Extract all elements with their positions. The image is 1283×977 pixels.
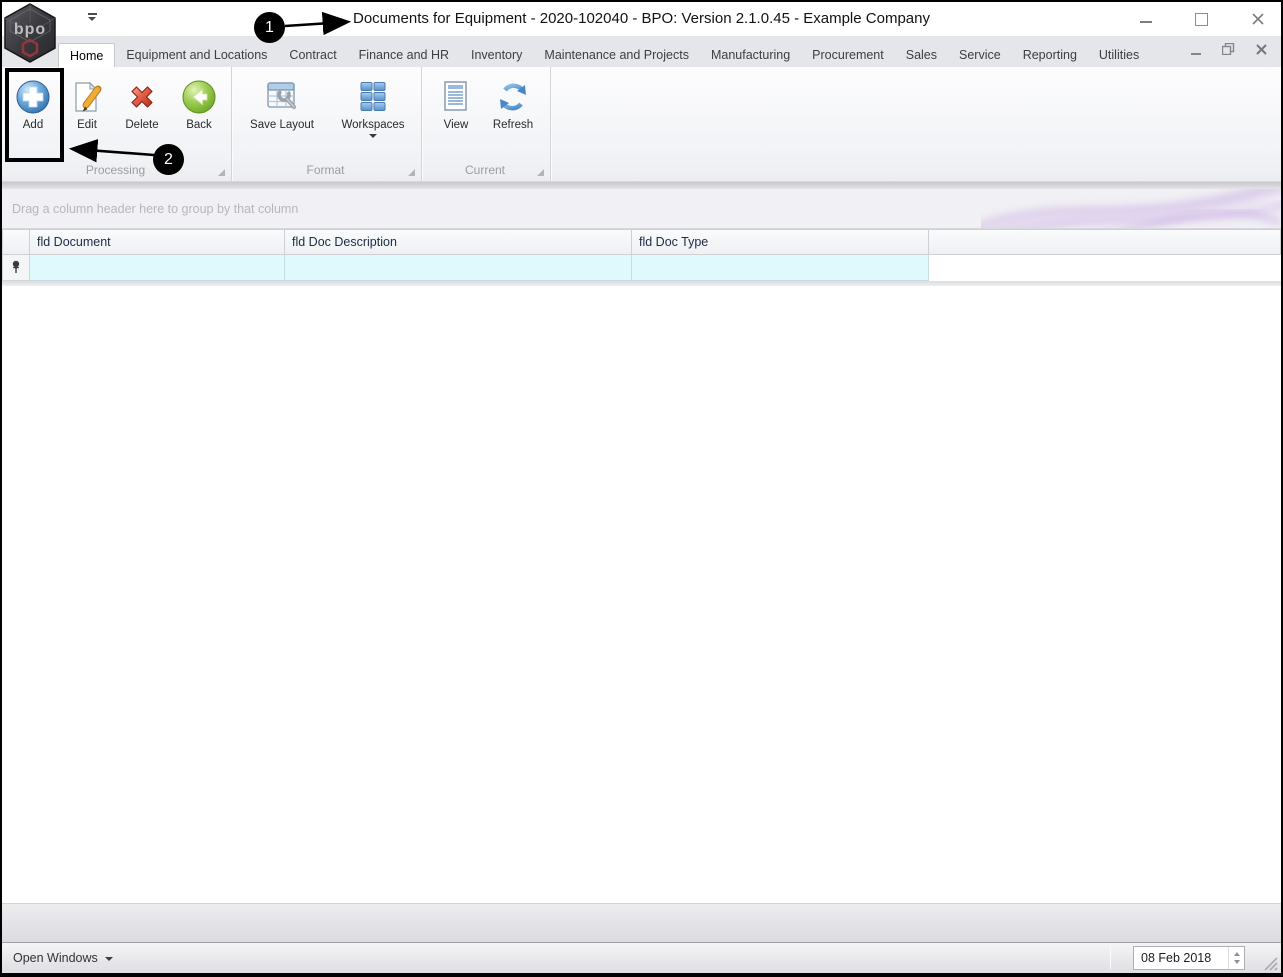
- back-button[interactable]: Back: [174, 79, 224, 131]
- tab-finance-and-hr[interactable]: Finance and HR: [348, 43, 460, 67]
- add-button[interactable]: Add: [8, 79, 58, 131]
- refresh-button-label: Refresh: [492, 119, 534, 131]
- spin-down-icon[interactable]: [1233, 960, 1240, 964]
- window-controls: [1138, 2, 1265, 36]
- workspaces-icon: [355, 79, 391, 115]
- date-value[interactable]: 08 Feb 2018: [1134, 947, 1228, 969]
- mdi-restore-icon[interactable]: [1221, 42, 1235, 60]
- decorative-swirl: [981, 189, 1281, 228]
- mdi-minimize-icon[interactable]: [1191, 48, 1201, 55]
- tab-sales[interactable]: Sales: [895, 43, 948, 67]
- minimize-icon[interactable]: [1138, 12, 1153, 27]
- group-caption-format: Format: [234, 163, 417, 178]
- close-icon[interactable]: [1250, 12, 1265, 27]
- group-caption-current: Current: [424, 163, 546, 178]
- tab-inventory[interactable]: Inventory: [460, 43, 533, 67]
- open-windows-dropdown-icon: [104, 957, 113, 961]
- tab-service[interactable]: Service: [948, 43, 1012, 67]
- mdi-window-controls: [1191, 42, 1281, 67]
- delete-button-label: Delete: [125, 119, 159, 131]
- workspaces-button-label: Workspaces: [341, 119, 405, 131]
- spin-up-icon[interactable]: [1233, 952, 1240, 956]
- tab-equipment-and-locations[interactable]: Equipment and Locations: [115, 43, 278, 67]
- filter-row-indicator: [2, 255, 30, 281]
- date-spinner: [1228, 947, 1244, 969]
- bpo-logo: bpo: [3, 3, 58, 63]
- delete-icon: [124, 79, 160, 115]
- column-header-doc-description[interactable]: fld Doc Description: [285, 229, 632, 255]
- view-button[interactable]: View: [434, 79, 478, 131]
- filter-cell-document[interactable]: [30, 255, 285, 281]
- tab-manufacturing[interactable]: Manufacturing: [700, 43, 801, 67]
- view-button-label: View: [443, 119, 469, 131]
- group-caption-processing: Processing: [4, 163, 227, 178]
- grid-group-by-panel[interactable]: Drag a column header here to group by th…: [2, 189, 1281, 229]
- lower-panel: [2, 903, 1281, 942]
- back-icon: [181, 79, 217, 115]
- tab-home[interactable]: Home: [58, 43, 116, 67]
- workspaces-dropdown-icon[interactable]: [369, 134, 377, 138]
- filter-cell-doc-type[interactable]: [632, 255, 929, 281]
- open-windows-button[interactable]: Open Windows: [13, 943, 113, 973]
- ribbon-tab-strip: Home Equipment and Locations Contract Fi…: [2, 36, 1281, 67]
- maximize-icon[interactable]: [1194, 12, 1209, 27]
- mdi-close-icon[interactable]: [1256, 42, 1267, 60]
- group-dialog-launcher-icon[interactable]: [408, 169, 415, 176]
- ribbon-group-format: Save Layout Workspaces Format: [232, 67, 423, 181]
- edit-icon: [69, 79, 105, 115]
- add-icon: [15, 79, 51, 115]
- status-bar: Open Windows 08 Feb 2018: [2, 942, 1281, 973]
- open-windows-label: Open Windows: [13, 951, 98, 965]
- back-button-label: Back: [186, 119, 212, 131]
- tab-maintenance-and-projects[interactable]: Maintenance and Projects: [533, 43, 700, 67]
- delete-button[interactable]: Delete: [114, 79, 170, 131]
- app-window: Documents for Equipment - 2020-102040 - …: [0, 0, 1283, 977]
- workspaces-button[interactable]: Workspaces: [332, 79, 414, 138]
- grid-header-row: fld Document fld Doc Description fld Doc…: [2, 229, 1281, 255]
- column-header-doc-type[interactable]: fld Doc Type: [632, 229, 929, 255]
- ribbon-group-processing: Add Edit Delete Back Processing: [2, 67, 233, 181]
- date-editor[interactable]: 08 Feb 2018: [1133, 946, 1245, 970]
- form-divider: [2, 182, 1281, 189]
- tab-procurement[interactable]: Procurement: [801, 43, 895, 67]
- filter-cell-doc-description[interactable]: [285, 255, 632, 281]
- refresh-button[interactable]: Refresh: [484, 79, 542, 131]
- ribbon: Add Edit Delete Back Processing Save Lay…: [2, 67, 1281, 182]
- edit-button[interactable]: Edit: [62, 79, 112, 131]
- group-dialog-launcher-icon[interactable]: [218, 169, 225, 176]
- column-header-filler: [929, 229, 1281, 255]
- column-header-document[interactable]: fld Document: [30, 229, 285, 255]
- tab-reporting[interactable]: Reporting: [1012, 43, 1088, 67]
- annotation-callout-2: 2: [153, 144, 184, 175]
- grid-empty-area[interactable]: [2, 286, 1281, 903]
- resize-grip[interactable]: [1263, 956, 1278, 971]
- tab-contract[interactable]: Contract: [278, 43, 347, 67]
- save-layout-button[interactable]: Save Layout: [242, 79, 322, 131]
- grid-filter-row: [2, 255, 1281, 281]
- svg-text:bpo: bpo: [14, 21, 46, 38]
- view-icon: [438, 79, 474, 115]
- filter-pin-icon: [12, 260, 20, 273]
- save-layout-icon: [264, 79, 300, 115]
- save-layout-button-label: Save Layout: [250, 119, 314, 131]
- edit-button-label: Edit: [77, 119, 97, 131]
- status-bar-separator: [1110, 947, 1111, 969]
- group-by-hint-text: Drag a column header here to group by th…: [12, 202, 299, 216]
- annotation-callout-1: 1: [254, 12, 285, 43]
- window-title: Documents for Equipment - 2020-102040 - …: [353, 10, 930, 27]
- row-indicator-header: [2, 229, 30, 255]
- title-bar: Documents for Equipment - 2020-102040 - …: [2, 2, 1281, 36]
- group-dialog-launcher-icon[interactable]: [537, 169, 544, 176]
- refresh-icon: [495, 79, 531, 115]
- add-button-label: Add: [22, 119, 44, 131]
- ribbon-group-current: View Refresh Current: [422, 67, 552, 181]
- tab-utilities[interactable]: Utilities: [1088, 43, 1150, 67]
